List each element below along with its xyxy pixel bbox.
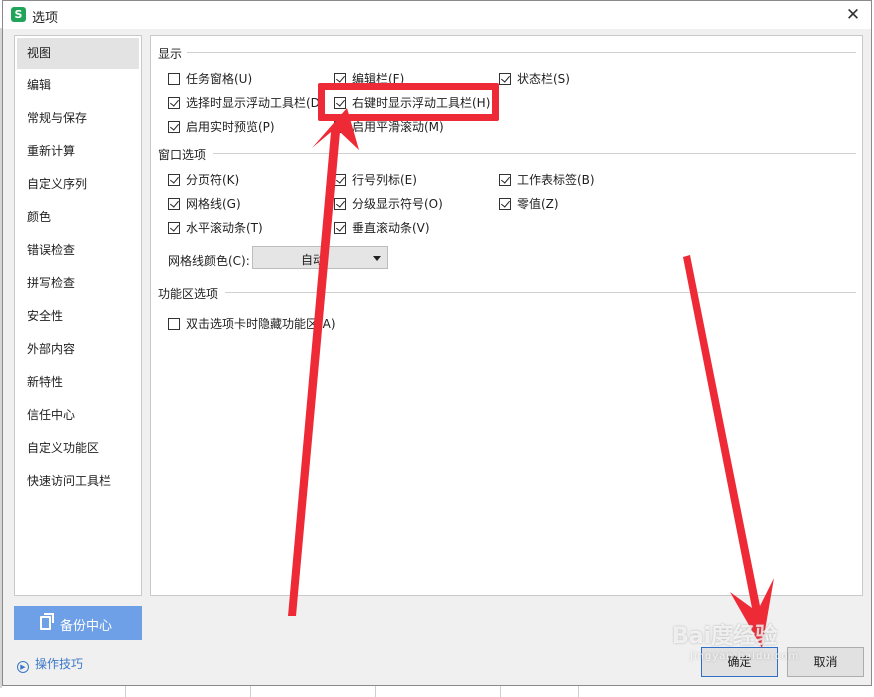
annotation-arrows [288,108,774,648]
arrow-up [288,108,359,616]
watermark-url: jingyan.baidu.com [690,651,800,662]
arrow-down [683,255,774,648]
watermark: Bai度经验 [672,624,778,649]
